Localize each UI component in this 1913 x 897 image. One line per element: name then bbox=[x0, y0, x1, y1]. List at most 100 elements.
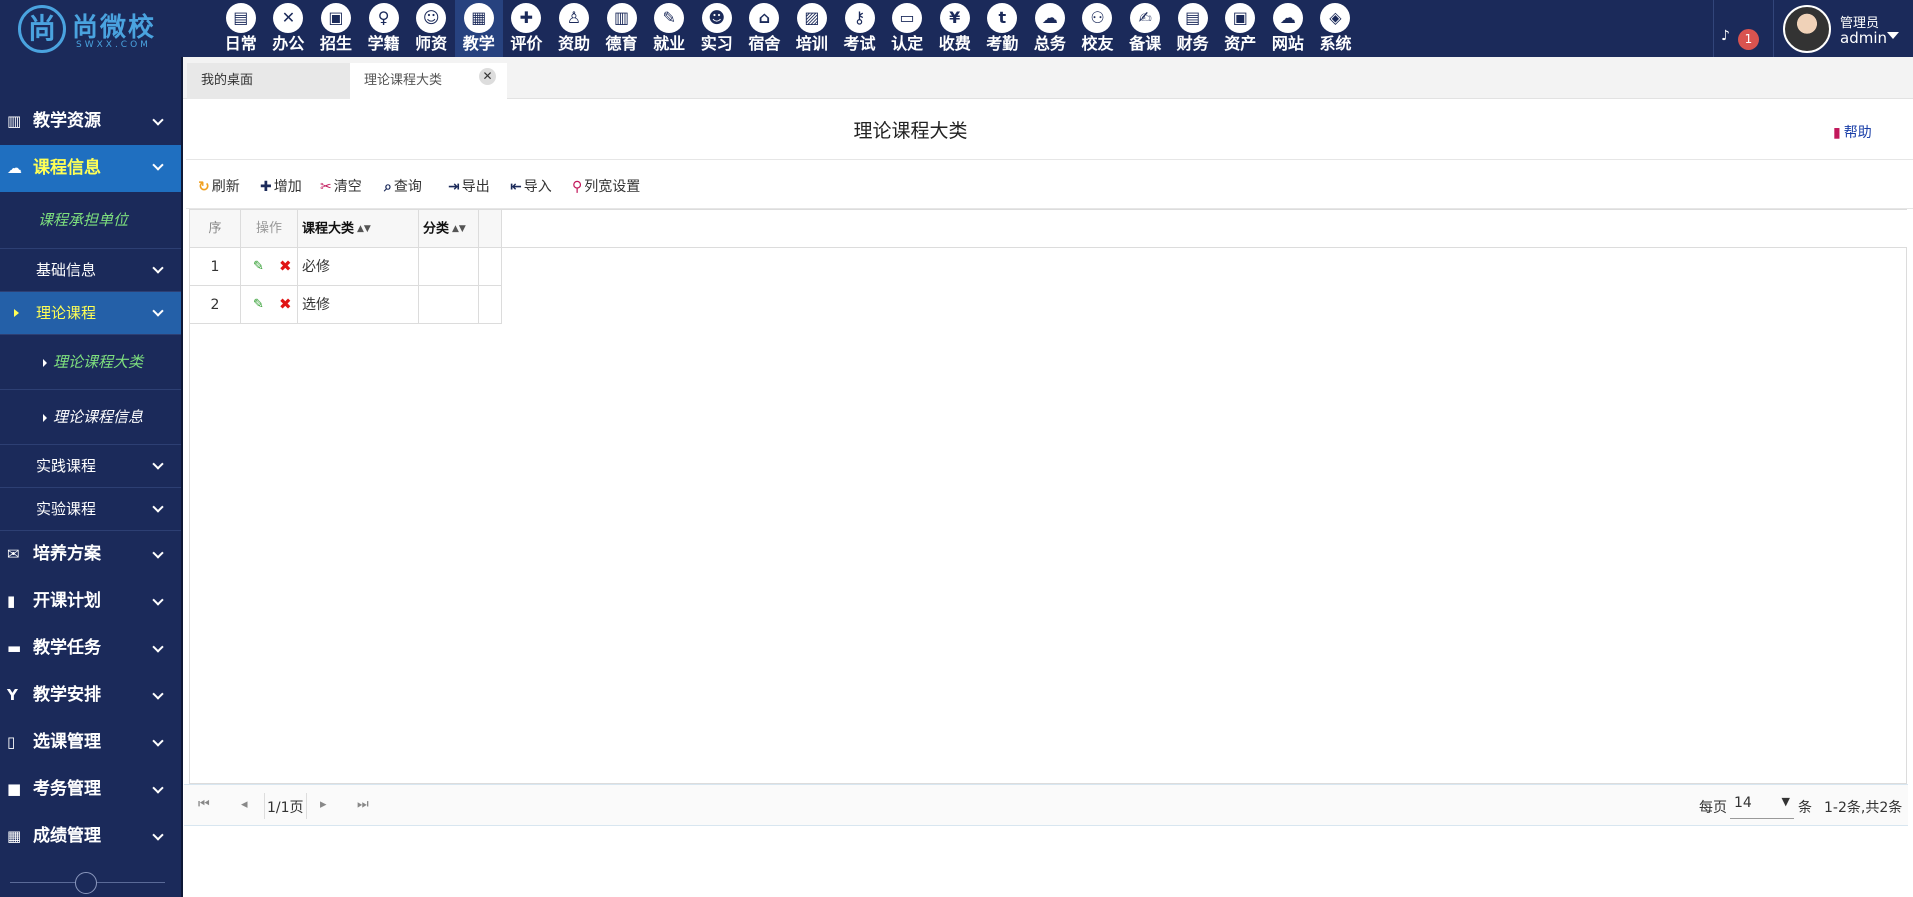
module-nav-item[interactable]: ▤ 财务 bbox=[1169, 0, 1217, 57]
columns-icon: ▯ bbox=[7, 733, 16, 751]
first-page-icon[interactable]: ⏮ bbox=[198, 797, 210, 812]
cloud-icon: ☁ bbox=[1272, 3, 1303, 33]
tab-my-desktop[interactable]: 我的桌面 bbox=[187, 63, 350, 99]
module-nav-item[interactable]: ☁ 总务 bbox=[1026, 0, 1074, 57]
module-nav-item[interactable]: t 考勤 bbox=[979, 0, 1027, 57]
module-nav-item[interactable]: ¥ 收费 bbox=[931, 0, 979, 57]
column-header-type[interactable]: 分类 ▲▼ bbox=[419, 210, 479, 248]
import-button[interactable]: ⇤ 导入 bbox=[510, 176, 552, 196]
module-nav-item[interactable]: ▨ 培训 bbox=[788, 0, 836, 57]
sidebar-item-teaching-task[interactable]: ▬ 教学任务 bbox=[0, 625, 181, 672]
chevron-down-icon bbox=[152, 594, 164, 606]
refresh-button[interactable]: ↻ 刷新 bbox=[198, 176, 240, 196]
sidebar-toggle-handle[interactable] bbox=[75, 872, 97, 894]
delete-icon[interactable]: ✖ bbox=[279, 297, 292, 312]
module-nav-item[interactable]: ✍ 备课 bbox=[1121, 0, 1169, 57]
page-title: 理论课程大类 bbox=[853, 120, 968, 142]
prev-page-icon[interactable]: ◂ bbox=[241, 797, 248, 812]
sidebar-item-course-info[interactable]: ☁ 课程信息 bbox=[0, 145, 181, 192]
export-button[interactable]: ⇥ 导出 bbox=[448, 176, 490, 196]
column-header-filler bbox=[479, 210, 502, 248]
sidebar-item-training-plan[interactable]: ✉ 培养方案 bbox=[0, 531, 181, 578]
sort-icon[interactable]: ▲▼ bbox=[357, 210, 371, 248]
per-page-unit: 条 bbox=[1798, 800, 1812, 816]
sidebar-item-label: 选课管理 bbox=[33, 732, 101, 752]
pencil-icon[interactable]: ✎ bbox=[253, 260, 267, 274]
module-nav-item[interactable]: ♙ 资助 bbox=[550, 0, 598, 57]
module-nav-item[interactable]: ☁ 网站 bbox=[1264, 0, 1312, 57]
next-page-icon[interactable]: ▸ bbox=[320, 797, 327, 812]
divider bbox=[306, 793, 307, 819]
user-name[interactable]: admin bbox=[1840, 29, 1887, 47]
column-width-button[interactable]: ⚲ 列宽设置 bbox=[572, 176, 640, 196]
module-nav-item[interactable]: ♀ 学籍 bbox=[360, 0, 408, 57]
module-nav-item[interactable]: ✕ 办公 bbox=[265, 0, 313, 57]
avatar[interactable] bbox=[1783, 5, 1831, 53]
column-header-category[interactable]: 课程大类 ▲▼ bbox=[298, 210, 419, 248]
sidebar-item-course-selection[interactable]: ▯ 选课管理 bbox=[0, 719, 181, 766]
module-nav-item[interactable]: ▥ 德育 bbox=[598, 0, 646, 57]
last-page-icon[interactable]: ⏭ bbox=[357, 797, 369, 812]
clear-label: 清空 bbox=[333, 179, 362, 195]
snapchat-icon: ☻ bbox=[701, 3, 732, 33]
close-icon[interactable]: ✕ bbox=[479, 68, 496, 85]
sidebar-item-lab-course[interactable]: 实验课程 bbox=[0, 488, 181, 531]
image-file-icon: ▨ bbox=[796, 3, 827, 33]
sidebar-item-theory-category[interactable]: 理论课程大类 bbox=[0, 335, 181, 390]
logo-mark: 尚 bbox=[18, 5, 66, 53]
delete-icon[interactable]: ✖ bbox=[279, 259, 292, 274]
caret-right-icon bbox=[14, 309, 19, 317]
sidebar-item-grade-management[interactable]: ▦ 成绩管理 bbox=[0, 813, 181, 860]
module-nav-item[interactable]: ☻ 实习 bbox=[693, 0, 741, 57]
column-header-seq: 序 bbox=[190, 210, 241, 248]
caret-down-icon[interactable] bbox=[1887, 32, 1899, 39]
sidebar-item-exam-management[interactable]: ■ 考务管理 bbox=[0, 766, 181, 813]
query-button[interactable]: ⌕ 查询 bbox=[384, 176, 422, 196]
module-nav-item[interactable]: ▣ 资产 bbox=[1216, 0, 1264, 57]
module-nav-label: 考试 bbox=[843, 34, 876, 53]
clear-button[interactable]: ✂ 清空 bbox=[320, 176, 362, 196]
sort-icon[interactable]: ▲▼ bbox=[452, 210, 466, 248]
module-nav-item[interactable]: ◈ 系统 bbox=[1312, 0, 1360, 57]
notification-badge[interactable]: 1 bbox=[1738, 29, 1759, 50]
row-type bbox=[419, 248, 479, 286]
module-nav-label: 收费 bbox=[938, 34, 971, 53]
sidebar-item-course-unit[interactable]: 课程承担单位 bbox=[0, 192, 181, 249]
module-nav-label: 招生 bbox=[319, 34, 352, 53]
page-info: 1/1页 bbox=[267, 800, 304, 816]
sidebar-item-theory-course[interactable]: 理论课程 bbox=[0, 292, 181, 335]
module-nav-item[interactable]: ✚ 评价 bbox=[503, 0, 551, 57]
module-nav-item[interactable]: ⚷ 考试 bbox=[836, 0, 884, 57]
pencil-icon[interactable]: ✎ bbox=[253, 298, 267, 312]
bell-icon[interactable]: ♪ bbox=[1721, 29, 1735, 43]
logo[interactable]: 尚 尚微校 SWXX.COM bbox=[18, 5, 168, 53]
module-nav-label: 实习 bbox=[700, 34, 733, 53]
module-nav-item[interactable]: ✎ 就业 bbox=[645, 0, 693, 57]
cloud-icon: ☁ bbox=[7, 159, 22, 177]
module-nav-item[interactable]: ▭ 认定 bbox=[883, 0, 931, 57]
data-grid: 序 操作 课程大类 ▲▼ 分类 ▲▼ 1 ✎ ✖ 必修 2 ✎ ✖ 选修 bbox=[189, 209, 1907, 784]
sidebar-item-basic-info[interactable]: 基础信息 bbox=[0, 249, 181, 292]
module-nav-item[interactable]: ⌂ 宿舍 bbox=[741, 0, 789, 57]
add-button[interactable]: ✚ 增加 bbox=[260, 176, 302, 196]
help-link[interactable]: ▮ 帮助 bbox=[1833, 122, 1872, 142]
top-bar: 尚 尚微校 SWXX.COM ▤ 日常 ✕ 办公 ▣ 招生 ♀ 学籍 ☺ 师资 ▦ 教学 ✚ 评价 ♙ 资助 ▥… bbox=[0, 0, 1913, 57]
sidebar-item-teaching-arrangement[interactable]: Y 教学安排 bbox=[0, 672, 181, 719]
sidebar-item-practice-course[interactable]: 实践课程 bbox=[0, 445, 181, 488]
newspaper-icon: ▤ bbox=[1177, 3, 1208, 33]
module-nav-item[interactable]: ▦ 教学 bbox=[454, 0, 503, 57]
sidebar-item-course-plan[interactable]: ▮ 开课计划 bbox=[0, 578, 181, 625]
chevron-down-icon bbox=[152, 114, 164, 126]
gavel-icon: ✎ bbox=[654, 3, 685, 33]
module-nav-item[interactable]: ▣ 招生 bbox=[312, 0, 360, 57]
module-nav-item[interactable]: ▤ 日常 bbox=[217, 0, 265, 57]
bus-icon: ▣ bbox=[320, 3, 351, 33]
sidebar-item-theory-info[interactable]: 理论课程信息 bbox=[0, 390, 181, 445]
per-page-select[interactable]: 14 ▼ bbox=[1730, 793, 1794, 819]
teacher-icon: ☺ bbox=[416, 3, 447, 33]
module-nav-item[interactable]: ☺ 师资 bbox=[407, 0, 455, 57]
sidebar-item-teaching-resources[interactable]: ▥ 教学资源 bbox=[0, 98, 181, 145]
envelope-icon: ✉ bbox=[7, 545, 20, 563]
module-nav-item[interactable]: ⚇ 校友 bbox=[1074, 0, 1122, 57]
chevron-down-icon bbox=[152, 688, 164, 700]
